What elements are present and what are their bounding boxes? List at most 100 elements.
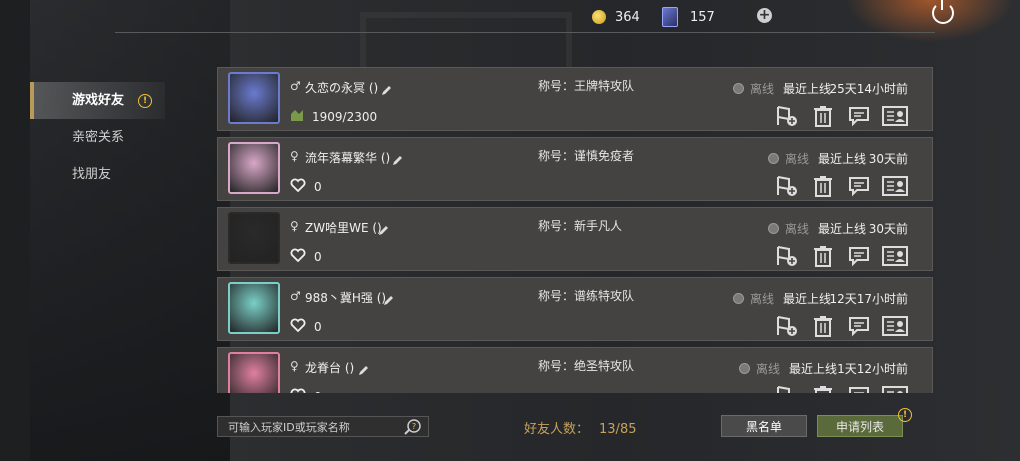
sidebar-item-find-friends[interactable]: 找朋友 [30, 156, 165, 193]
online-status: 离线 [768, 150, 809, 167]
friend-list[interactable]: ♂ 久恋の永冥 () 1909/2300 称号：王牌特攻队 离线 最近上线 25天14小时前… [217, 67, 933, 393]
add-map-icon[interactable] [774, 315, 800, 337]
add-map-icon[interactable] [774, 385, 800, 393]
friend-stat: 0 [290, 318, 322, 335]
search-icon[interactable]: ? [404, 419, 422, 439]
last-online-label: 最近上线 [783, 292, 832, 306]
friend-row[interactable]: ♀ 龙脊台 () 0 称号：绝圣特攻队 离线最近上线1天12小时前 [217, 347, 933, 393]
gender-icon: ♀ [290, 219, 299, 233]
trash-icon[interactable] [810, 105, 836, 127]
plus-icon[interactable]: + [757, 8, 772, 23]
edit-remark-icon[interactable] [381, 81, 391, 95]
friend-stat-value: 0 [314, 390, 322, 394]
heart-icon [290, 248, 306, 265]
friend-name: 988丶冀H强 () [305, 291, 387, 305]
status-label: 离线 [756, 362, 781, 376]
row-actions [774, 245, 908, 267]
friend-name: 久恋の永冥 () [305, 81, 379, 95]
svg-text:?: ? [412, 422, 416, 431]
avatar[interactable] [228, 142, 280, 194]
card-value: 157 [690, 9, 715, 25]
trash-icon[interactable] [810, 175, 836, 197]
profile-card-icon[interactable] [882, 245, 908, 267]
trash-icon[interactable] [810, 315, 836, 337]
sidebar-item-game-friends[interactable]: 游戏好友 ! [30, 82, 165, 119]
friend-name: 龙脊台 () [305, 361, 355, 375]
chat-icon[interactable] [846, 315, 872, 337]
friend-stat-value: 0 [314, 249, 322, 264]
edit-remark-icon[interactable] [383, 291, 393, 305]
row-actions [774, 385, 908, 393]
apply-alert-icon: ! [898, 408, 912, 422]
edit-remark-icon[interactable] [358, 361, 368, 375]
status-label: 离线 [785, 222, 810, 236]
friend-count-label: 好友人数： [524, 422, 590, 437]
last-online-label: 最近上线 [818, 152, 867, 166]
row-actions [774, 175, 908, 197]
friend-row[interactable]: ♀ 流年落幕繁华 () 0 称号：谨慎免疫者 离线 最近上线 30天前 [217, 137, 933, 201]
chat-icon[interactable] [846, 105, 872, 127]
friend-stat-value: 0 [314, 319, 322, 334]
online-status: 离线 [733, 80, 774, 97]
blacklist-button[interactable]: 黑名单 [721, 415, 807, 437]
header-divider [115, 32, 935, 33]
trash-icon[interactable] [810, 245, 836, 267]
avatar[interactable] [228, 352, 280, 393]
friend-stat-value: 0 [314, 179, 322, 194]
power-icon[interactable] [932, 0, 954, 24]
chat-icon[interactable] [846, 175, 872, 197]
last-online-value: 30天前 [868, 152, 908, 166]
friend-row[interactable]: ♂ 988丶冀H强 () 0 称号：谱练特攻队 离线 最近上线 12天17小时前 [217, 277, 933, 341]
edit-remark-icon[interactable] [378, 221, 388, 235]
search-input[interactable] [226, 419, 400, 436]
friend-stat-value: 1909/2300 [312, 109, 378, 124]
search-box[interactable]: ? [217, 416, 429, 437]
add-map-icon[interactable] [774, 245, 800, 267]
gender-icon: ♀ [290, 149, 299, 163]
friend-stat: 0 [290, 248, 322, 265]
trash-icon[interactable] [810, 385, 836, 393]
status-label: 离线 [785, 152, 810, 166]
online-status: 离线 [739, 360, 780, 377]
profile-card-icon[interactable] [882, 385, 908, 393]
rank-icon [290, 108, 304, 125]
row-actions [774, 315, 908, 337]
heart-icon [290, 178, 306, 195]
friend-row[interactable]: ♀ ZW哈里WE () 0 称号：新手凡人 离线 最近上线 30天前 [217, 207, 933, 271]
profile-card-icon[interactable] [882, 315, 908, 337]
friend-title: 称号：谱练特攻队 [538, 289, 635, 303]
card-counter: 157 [662, 7, 715, 27]
chat-icon[interactable] [846, 245, 872, 267]
last-online-value: 25天14小时前 [829, 82, 908, 96]
apply-list-label: 申请列表 [835, 420, 884, 434]
friend-row[interactable]: ♂ 久恋の永冥 () 1909/2300 称号：王牌特攻队 离线 最近上线 25天14小时前 [217, 67, 933, 131]
avatar[interactable] [228, 212, 280, 264]
last-online-value: 30天前 [868, 222, 908, 236]
background-trees [30, 0, 230, 461]
heart-icon [290, 318, 306, 335]
chat-icon[interactable] [846, 385, 872, 393]
sidebar-item-intimate[interactable]: 亲密关系 [30, 119, 165, 156]
gender-icon: ♂ [290, 289, 301, 303]
gold-value: 364 [615, 9, 640, 25]
last-online-value: 1天12小时前 [837, 362, 908, 376]
add-map-icon[interactable] [774, 105, 800, 127]
avatar[interactable] [228, 282, 280, 334]
gold-coin-icon [592, 10, 606, 24]
friend-name: ZW哈里WE () [305, 221, 382, 235]
edit-remark-icon[interactable] [392, 151, 402, 165]
row-actions [774, 105, 908, 127]
add-map-icon[interactable] [774, 175, 800, 197]
apply-list-button[interactable]: 申请列表 [817, 415, 903, 437]
profile-card-icon[interactable] [882, 105, 908, 127]
friend-stat: 0 [290, 178, 322, 195]
status-dot-icon [739, 363, 750, 374]
status-label: 离线 [750, 292, 775, 306]
status-dot-icon [768, 153, 779, 164]
profile-card-icon[interactable] [882, 175, 908, 197]
status-dot-icon [733, 293, 744, 304]
gold-counter: 364 [592, 8, 640, 26]
friend-count: 好友人数： 13/85 [524, 418, 636, 437]
avatar[interactable] [228, 72, 280, 124]
left-edge [0, 0, 30, 461]
